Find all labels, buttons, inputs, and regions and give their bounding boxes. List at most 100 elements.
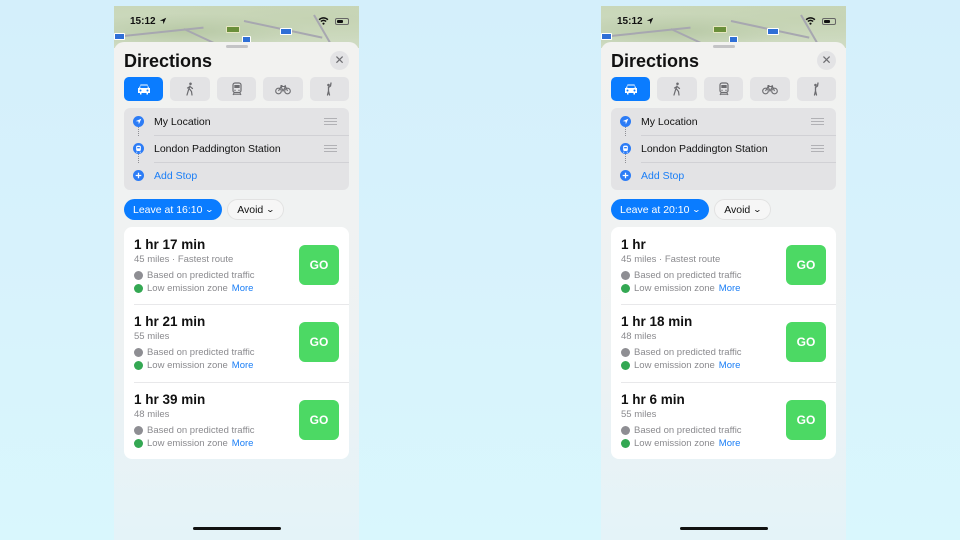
traffic-note: Based on predicted traffic (134, 425, 255, 436)
tab-walk[interactable] (657, 77, 697, 101)
stop-origin[interactable]: My Location (124, 108, 349, 135)
close-icon: ✕ (821, 53, 832, 67)
status-bar: 15:12 (617, 15, 836, 27)
more-link[interactable]: More (232, 438, 254, 449)
go-label: GO (796, 335, 816, 350)
location-arrow-icon (159, 17, 166, 25)
origin-label: My Location (641, 115, 698, 128)
emission-zone-icon (621, 438, 630, 448)
route-option[interactable]: 1 hr 6 min 55 miles Based on predicted tra… (611, 382, 836, 459)
emission-label: Low emission zone (147, 283, 228, 294)
go-button[interactable]: GO (299, 399, 339, 440)
route-distance: 48 miles (134, 408, 170, 420)
road-shield-icon (767, 28, 779, 35)
go-button[interactable]: GO (299, 245, 339, 285)
go-button[interactable]: GO (786, 399, 826, 440)
route-stops: My Location London Paddington Station Ad… (611, 108, 836, 190)
person-hail-icon (321, 82, 337, 96)
go-label: GO (309, 412, 329, 427)
tab-transit[interactable] (216, 77, 257, 101)
traffic-label: Based on predicted traffic (147, 270, 255, 281)
tab-drive[interactable] (611, 77, 651, 101)
tab-cycle[interactable] (750, 77, 790, 101)
leave-at-button[interactable]: Leave at 20:10 ⌄ (611, 199, 710, 220)
route-options: Leave at 16:10 ⌄ Avoid ⌄ (124, 199, 284, 220)
stop-destination[interactable]: London Paddington Station (124, 135, 349, 162)
go-label: GO (796, 258, 816, 272)
route-option[interactable]: 1 hr 21 min 55 miles Based on predicted tr… (124, 304, 349, 381)
person-hail-icon (808, 82, 824, 96)
traffic-note: Based on predicted traffic (621, 270, 742, 281)
go-button[interactable]: GO (299, 322, 339, 363)
sheet-grabber[interactable] (225, 45, 248, 48)
go-label: GO (309, 258, 329, 272)
close-button[interactable]: ✕ (330, 51, 349, 70)
more-link[interactable]: More (232, 360, 254, 371)
avoid-button[interactable]: Avoid ⌄ (227, 199, 284, 220)
walk-icon (182, 82, 198, 96)
tab-walk[interactable] (170, 77, 210, 101)
more-link[interactable]: More (719, 360, 741, 371)
emission-note: Low emission zone More (621, 283, 740, 294)
reorder-handle-icon[interactable] (324, 143, 337, 154)
chevron-down-icon: ⌄ (205, 205, 215, 214)
plus-icon (133, 170, 144, 181)
tab-transit[interactable] (703, 77, 744, 101)
emission-zone-icon (134, 438, 143, 448)
bike-icon (762, 82, 778, 96)
route-distance: 55 miles (621, 408, 657, 420)
more-link[interactable]: More (232, 283, 254, 294)
wifi-icon (318, 17, 329, 25)
emission-zone-icon (621, 284, 630, 293)
chevron-down-icon: ⌄ (692, 205, 702, 214)
go-button[interactable]: GO (786, 322, 826, 363)
tab-ride[interactable] (309, 77, 350, 101)
location-arrow-icon (133, 116, 144, 127)
add-stop-button[interactable]: Add Stop (124, 162, 349, 189)
road-shield-icon (114, 33, 125, 40)
traffic-note: Based on predicted traffic (134, 347, 255, 358)
reorder-handle-icon[interactable] (324, 116, 337, 127)
route-option[interactable]: 1 hr 17 min 45 miles · Fastest route Based… (124, 227, 349, 304)
go-button[interactable]: GO (786, 245, 826, 285)
route-duration: 1 hr (621, 237, 646, 252)
traffic-label: Based on predicted traffic (634, 347, 742, 359)
home-indicator[interactable] (679, 527, 768, 530)
train-icon (229, 82, 245, 96)
bike-icon (275, 82, 291, 96)
directions-sheet: Directions ✕ My Location London Paddingt… (601, 42, 846, 540)
stop-origin[interactable]: My Location (611, 108, 836, 135)
tab-ride[interactable] (796, 77, 837, 101)
more-link[interactable]: More (719, 283, 741, 294)
leave-at-label: Leave at 16:10 (133, 203, 203, 216)
road-shield-icon (601, 33, 612, 40)
chevron-down-icon: ⌄ (752, 205, 763, 214)
clock-icon (134, 271, 143, 280)
transport-mode-tabs (124, 77, 350, 101)
destination-label: London Paddington Station (641, 142, 768, 155)
route-distance: 45 miles · Fastest route (134, 254, 234, 265)
add-stop-label: Add Stop (641, 169, 685, 182)
route-option[interactable]: 1 hr 18 min 48 miles Based on predicted tr… (611, 304, 836, 381)
go-label: GO (796, 412, 816, 427)
tab-drive[interactable] (124, 77, 164, 101)
more-link[interactable]: More (719, 438, 741, 449)
route-duration: 1 hr 39 min (134, 391, 206, 407)
tab-cycle[interactable] (263, 77, 303, 101)
sheet-grabber[interactable] (712, 45, 735, 48)
route-duration: 1 hr 6 min (621, 391, 685, 407)
car-icon (623, 82, 639, 96)
emission-note: Low emission zone More (134, 360, 253, 371)
add-stop-button[interactable]: Add Stop (611, 162, 836, 189)
route-distance: 45 miles · Fastest route (621, 254, 721, 265)
reorder-handle-icon[interactable] (811, 143, 824, 154)
close-button[interactable]: ✕ (817, 51, 836, 70)
stop-destination[interactable]: London Paddington Station (611, 135, 836, 162)
route-option[interactable]: 1 hr 39 min 48 miles Based on predicted tr… (124, 382, 349, 459)
home-indicator[interactable] (192, 527, 281, 530)
avoid-button[interactable]: Avoid ⌄ (714, 199, 771, 220)
leave-at-button[interactable]: Leave at 16:10 ⌄ (124, 199, 223, 220)
route-option[interactable]: 1 hr 45 miles · Fastest route Based on pre… (611, 227, 836, 304)
reorder-handle-icon[interactable] (811, 116, 824, 127)
location-arrow-icon (620, 116, 631, 127)
